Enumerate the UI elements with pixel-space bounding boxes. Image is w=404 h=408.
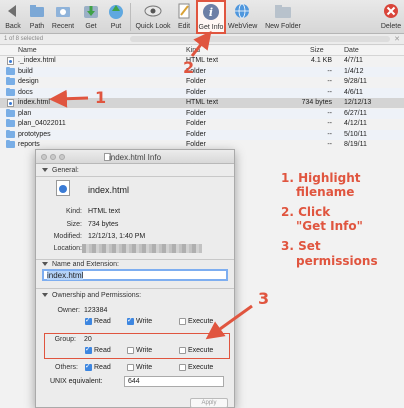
- instruction-step-3-detail: permissions: [296, 254, 378, 268]
- instruction-step-1: 1. Highlight: [281, 171, 361, 185]
- annotation-number-1: 1: [95, 88, 107, 107]
- arrow-to-filename: [49, 89, 89, 108]
- annotation-arrows: [49, 30, 253, 340]
- instruction-step-3: 3. Set: [281, 239, 321, 253]
- instruction-step-1-detail: filename: [296, 185, 355, 199]
- annotation-number-3: 3: [258, 289, 270, 308]
- annotation-number-2: 2: [183, 58, 195, 77]
- arrow-to-get-info: [190, 30, 212, 57]
- instruction-step-2-detail: "Get Info": [296, 219, 363, 233]
- instruction-step-2: 2. Click: [281, 205, 331, 219]
- arrow-to-group-permissions: [205, 304, 253, 340]
